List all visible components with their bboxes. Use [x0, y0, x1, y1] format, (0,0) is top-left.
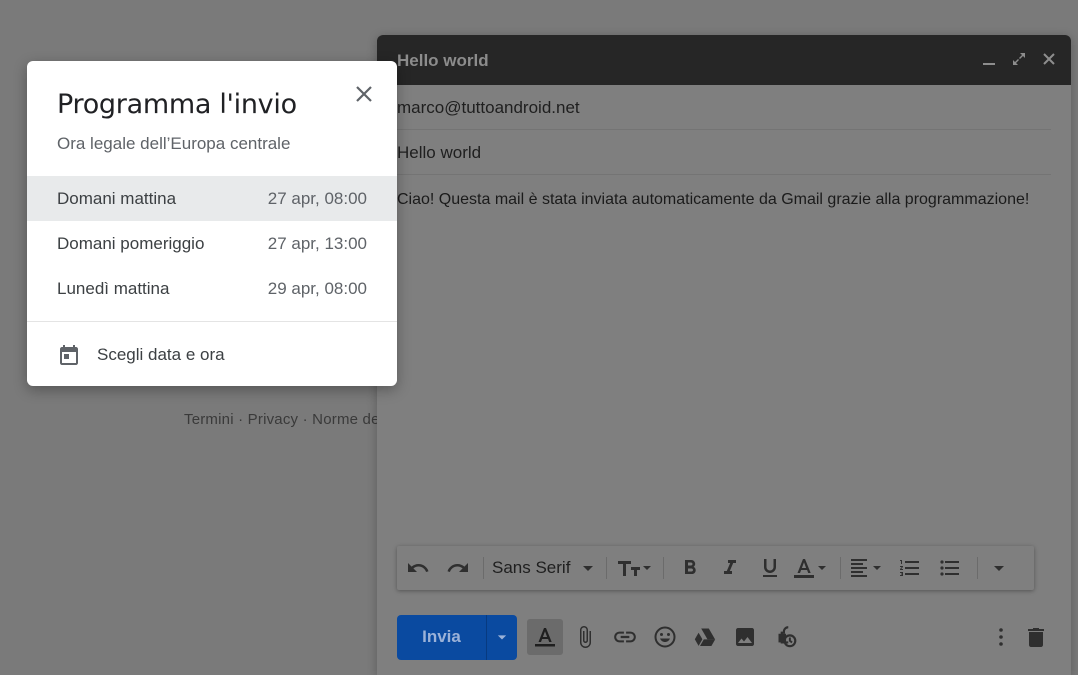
pick-date-time-option[interactable]: Scegli data e ora — [27, 333, 397, 377]
redo-icon[interactable] — [439, 546, 477, 590]
close-icon[interactable] — [353, 83, 375, 105]
expand-icon[interactable] — [1009, 49, 1029, 69]
option-label: Lunedì mattina — [57, 279, 170, 298]
message-body[interactable]: Ciao! Questa mail è stata inviata automa… — [397, 191, 1029, 209]
photo-icon[interactable] — [725, 617, 765, 657]
align-icon[interactable] — [847, 546, 891, 590]
schedule-send-button[interactable] — [486, 614, 517, 660]
formatting-options-icon[interactable] — [527, 619, 563, 655]
minimize-icon[interactable] — [979, 49, 999, 69]
timezone-label: Ora legale dell’Europa centrale — [57, 134, 291, 153]
send-button[interactable]: Invia — [397, 615, 486, 660]
chevron-down-icon — [497, 635, 507, 640]
font-name: Sans Serif — [492, 558, 571, 577]
formatting-toolbar: Sans Serif — [397, 546, 1034, 590]
schedule-send-dialog: Programma l'invio Ora legale dell’Europa… — [27, 61, 397, 386]
trash-icon[interactable] — [1021, 617, 1051, 657]
underline-icon[interactable] — [750, 546, 790, 590]
close-icon[interactable] — [1039, 49, 1059, 69]
schedule-option-monday-morning[interactable]: Lunedì mattina 29 apr, 08:00 — [27, 266, 397, 311]
to-field[interactable]: marco@tuttoandroid.net — [397, 85, 1051, 130]
italic-icon[interactable] — [710, 546, 750, 590]
send-group: Invia — [397, 614, 517, 660]
compose-actions: Invia — [397, 614, 1051, 660]
subject-field[interactable]: Hello world — [397, 130, 1051, 175]
calendar-icon — [57, 343, 81, 372]
compose-header: Hello world — [377, 35, 1071, 85]
more-options-icon[interactable] — [981, 617, 1021, 657]
attach-icon[interactable] — [565, 617, 605, 657]
bold-icon[interactable] — [670, 546, 710, 590]
chevron-down-icon — [583, 566, 594, 571]
schedule-option-tomorrow-afternoon[interactable]: Domani pomeriggio 27 apr, 13:00 — [27, 221, 397, 266]
text-size-icon[interactable] — [613, 546, 657, 590]
dialog-title: Programma l'invio — [57, 89, 297, 120]
link-icon[interactable] — [605, 617, 645, 657]
confidential-mode-icon[interactable] — [765, 617, 805, 657]
footer-links[interactable]: Termini · Privacy · Norme de — [184, 411, 380, 428]
divider — [27, 321, 397, 322]
emoji-icon[interactable] — [645, 617, 685, 657]
compose-window: Hello world marco@tuttoandroid.net Hello… — [377, 35, 1071, 675]
option-label: Domani pomeriggio — [57, 234, 205, 253]
undo-icon[interactable] — [397, 546, 439, 590]
compose-title: Hello world — [397, 51, 489, 70]
option-time: 27 apr, 13:00 — [267, 234, 367, 253]
numbered-list-icon[interactable] — [891, 546, 929, 590]
schedule-option-tomorrow-morning[interactable]: Domani mattina 27 apr, 08:00 — [27, 176, 397, 221]
text-color-icon[interactable] — [790, 546, 834, 590]
subject-value: Hello world — [397, 143, 482, 162]
option-time: 27 apr, 08:00 — [267, 189, 367, 208]
option-label: Domani mattina — [57, 189, 177, 208]
option-time: 29 apr, 08:00 — [267, 279, 367, 298]
font-select[interactable]: Sans Serif — [490, 546, 600, 590]
more-formatting-icon[interactable] — [984, 546, 1014, 590]
to-value: marco@tuttoandroid.net — [397, 98, 580, 117]
drive-icon[interactable] — [685, 617, 725, 657]
bulleted-list-icon[interactable] — [929, 546, 971, 590]
pick-date-time-label: Scegli data e ora — [97, 345, 225, 364]
